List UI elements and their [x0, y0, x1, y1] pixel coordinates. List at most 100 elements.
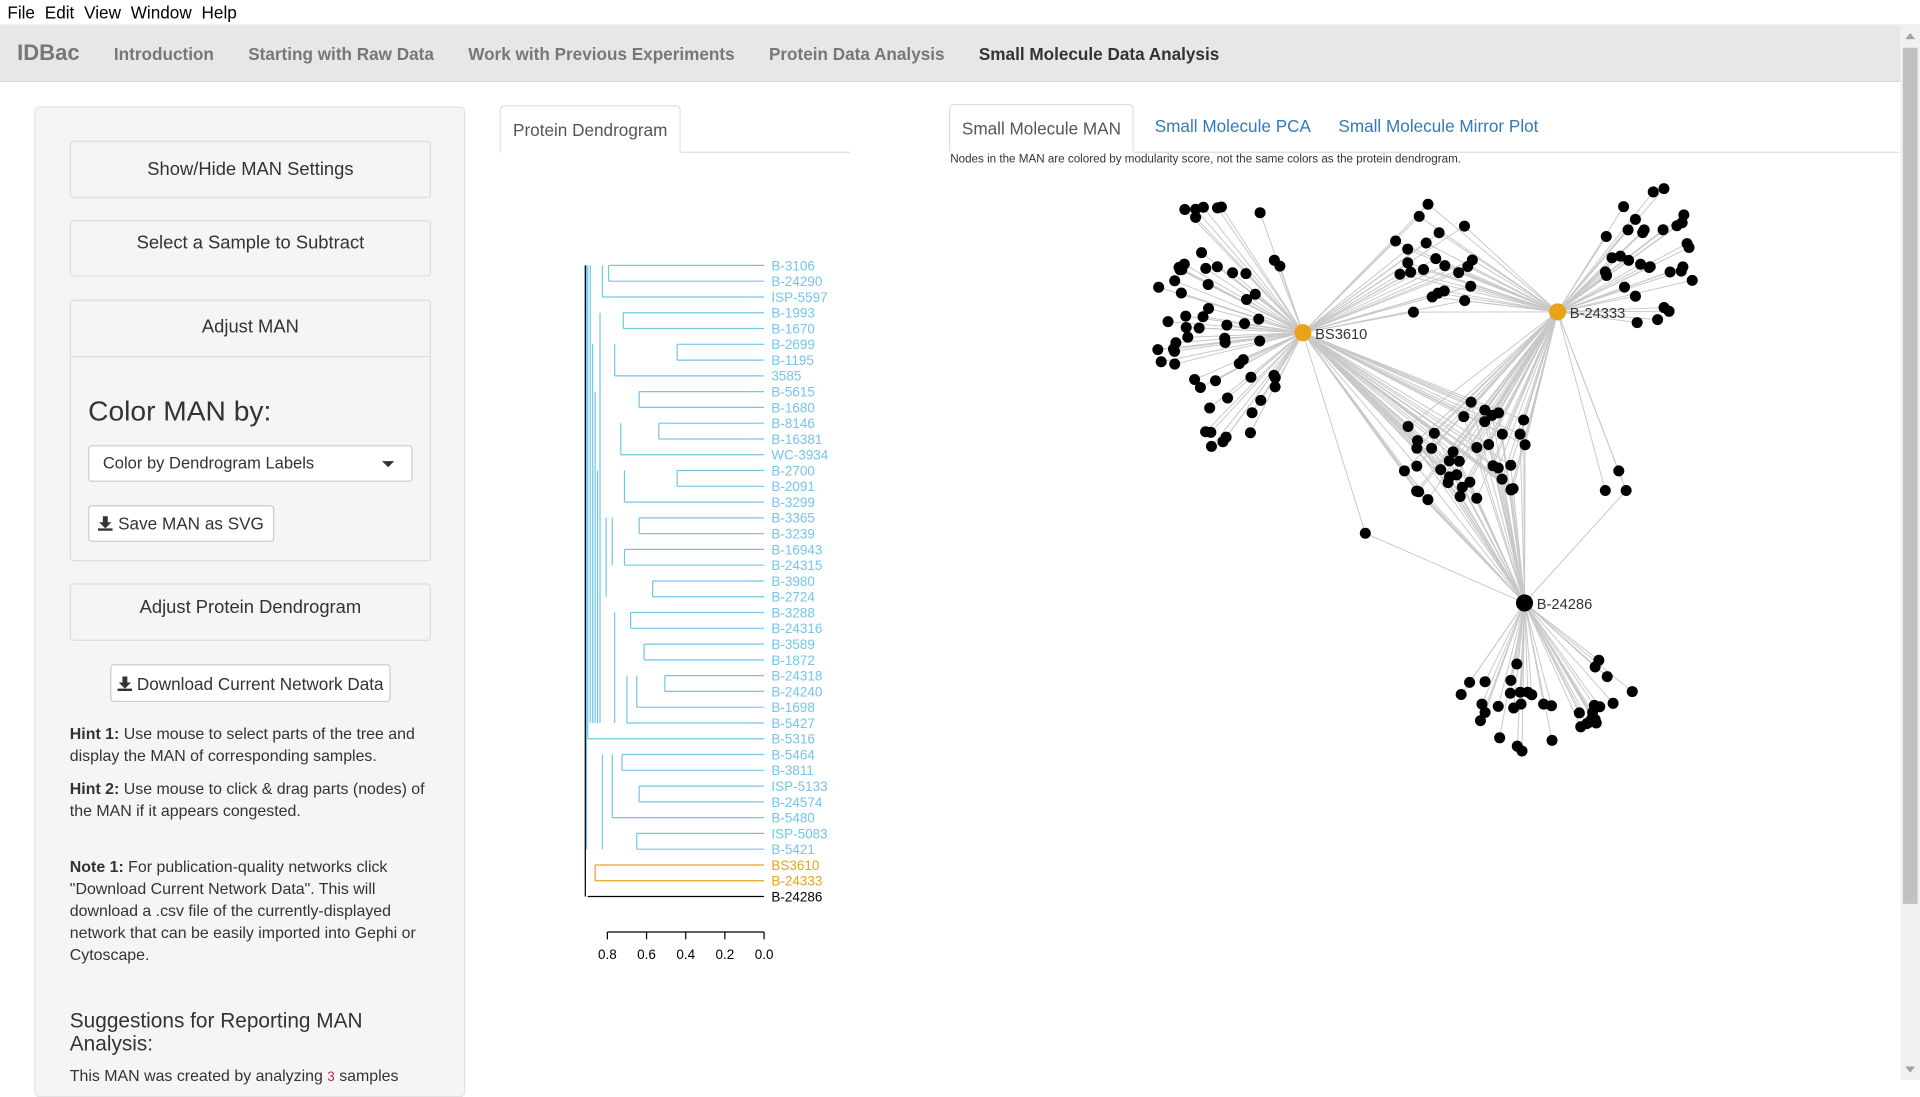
network-node [1464, 477, 1475, 488]
network-node [1639, 224, 1650, 235]
save-man-svg-button[interactable]: Save MAN as SVG [88, 505, 274, 542]
network-edge [1303, 270, 1424, 333]
network-node [1483, 439, 1494, 450]
network-node [1456, 689, 1467, 700]
protein-dendrogram[interactable]: B-3106B-24290ISP-5597B-1993B-1670B-2699B… [539, 245, 906, 979]
network-node [1212, 202, 1223, 213]
suggestions-text: This MAN was created by analyzing 3 samp… [70, 1067, 437, 1085]
adjust-protein-dendrogram-button[interactable]: Adjust Protein Dendrogram [70, 583, 431, 640]
dendrogram-leaf-label: ISP-5083 [771, 826, 827, 841]
network-edge [1558, 312, 1606, 491]
color-by-select-value: Color by Dendrogram Labels [103, 454, 314, 472]
network-node [1176, 288, 1187, 299]
menu-edit[interactable]: Edit [45, 2, 75, 22]
dendrogram-leaf-label: B-24240 [771, 684, 822, 699]
network-node [1644, 262, 1655, 273]
network-node [1506, 484, 1517, 495]
tab-small-molecule-man[interactable]: Small Molecule MAN [949, 104, 1134, 152]
dendrogram-leaf-label: B-1195 [771, 353, 813, 368]
scrollbar-thumb[interactable] [1903, 48, 1918, 904]
select-sample-subtract-button[interactable]: Select a Sample to Subtract [70, 220, 431, 276]
dendrogram-leaf-label: B-3589 [771, 637, 814, 652]
scroll-up-icon[interactable] [1905, 33, 1915, 39]
network-node [1227, 267, 1238, 278]
nav-previous-experiments[interactable]: Work with Previous Experiments [468, 43, 734, 63]
dendrogram-leaf-label: B-3980 [771, 574, 814, 589]
menu-file[interactable]: File [7, 2, 35, 22]
dendrogram-leaf-label: B-5421 [771, 842, 814, 857]
show-hide-man-settings-button[interactable]: Show/Hide MAN Settings [70, 141, 431, 198]
network-node [1547, 735, 1558, 746]
network-node [1402, 257, 1413, 268]
menu-view[interactable]: View [84, 2, 121, 22]
network-node [1204, 402, 1215, 413]
network-edge [1303, 333, 1417, 448]
download-network-data-button[interactable]: Download Current Network Data [110, 664, 390, 702]
network-node [1439, 260, 1450, 271]
brand-logo[interactable]: IDBac [17, 40, 79, 66]
nav-introduction[interactable]: Introduction [114, 43, 214, 63]
color-by-select[interactable]: Color by Dendrogram Labels [88, 445, 412, 482]
dendrogram-leaf-label: B-2699 [771, 337, 814, 352]
tab-small-molecule-mirror-plot[interactable]: Small Molecule Mirror Plot [1338, 116, 1538, 136]
network-node [1621, 485, 1632, 496]
network-node [1221, 320, 1232, 331]
network-node [1169, 275, 1180, 286]
dendrogram-axis-tick-label: 0.6 [637, 947, 656, 962]
network-node [1497, 474, 1508, 485]
page-scrollbar[interactable] [1900, 26, 1920, 1080]
dendrogram-leaf-label: B-1680 [771, 400, 814, 415]
network-node [1180, 311, 1191, 322]
tab-protein-dendrogram[interactable]: Protein Dendrogram [500, 105, 681, 153]
settings-sidebar: Show/Hide MAN Settings Select a Sample t… [34, 106, 465, 1097]
dendrogram-axis-tick-label: 0.4 [676, 947, 695, 962]
dendrogram-leaf-label: B-3811 [771, 763, 813, 778]
network-node [1443, 477, 1454, 488]
network-node [1399, 465, 1410, 476]
network-edge [1499, 312, 1558, 413]
dendrogram-leaf-label: B-3299 [771, 495, 814, 510]
network-node [1591, 717, 1602, 728]
network-node [1250, 289, 1261, 300]
network-node [1454, 456, 1465, 467]
menu-help[interactable]: Help [202, 2, 237, 22]
network-node [1505, 460, 1516, 471]
network-node [1194, 322, 1205, 333]
network-node [1418, 264, 1429, 275]
network-node [1179, 204, 1190, 215]
network-node [1169, 359, 1180, 370]
tab-small-molecule-pca[interactable]: Small Molecule PCA [1155, 116, 1311, 136]
network-node [1426, 443, 1437, 454]
network-node [1360, 528, 1371, 539]
network-node [1497, 429, 1508, 440]
nav-small-molecule-analysis[interactable]: Small Molecule Data Analysis [979, 43, 1219, 63]
network-node [1427, 291, 1438, 302]
hint-1-text: Use mouse to select parts of the tree an… [70, 724, 415, 764]
chevron-down-icon [382, 461, 394, 467]
network-edge [1303, 266, 1468, 332]
note-1-label: Note 1: [70, 857, 124, 875]
nav-protein-analysis[interactable]: Protein Data Analysis [769, 43, 945, 63]
network-node [1203, 279, 1214, 290]
color-man-heading: Color MAN by: [88, 395, 271, 428]
scroll-down-icon[interactable] [1905, 1067, 1915, 1073]
hint-2: Hint 2: Use mouse to click & drag parts … [70, 778, 432, 822]
network-node [1405, 267, 1416, 278]
network-node [1240, 268, 1251, 279]
network-node [1601, 231, 1612, 242]
network-node [1462, 261, 1473, 272]
man-network[interactable]: BS3610B-24333B-24286 [1102, 171, 1739, 758]
nav-raw-data[interactable]: Starting with Raw Data [248, 43, 434, 63]
menu-window[interactable]: Window [131, 2, 192, 22]
network-node [1455, 491, 1466, 502]
network-edge [1525, 490, 1627, 603]
network-node [1421, 237, 1432, 248]
network-node [1200, 263, 1211, 274]
dendrogram-leaf-label: WC-3934 [771, 448, 828, 463]
adjust-man-header[interactable]: Adjust MAN [71, 301, 430, 357]
network-node [1516, 699, 1527, 710]
network-node [1505, 675, 1516, 686]
dendrogram-leaf-label: B-24318 [771, 669, 822, 684]
dendrogram-leaf-label: B-3365 [771, 511, 814, 526]
network-node [1687, 275, 1698, 286]
